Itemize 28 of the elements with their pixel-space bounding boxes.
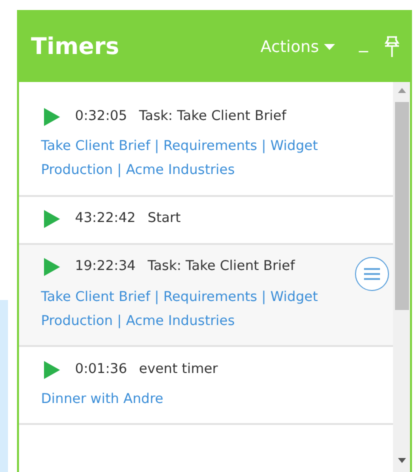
menu-button[interactable] (355, 256, 389, 291)
scroll-up-icon (398, 88, 406, 92)
pin-button[interactable] (384, 36, 400, 58)
timer-row[interactable]: 19:22:34 Task: Take Client Brief Take Client Brief | Requirements | Widget Production | Acme Industries (19, 244, 393, 348)
scroll-down-icon (398, 458, 406, 462)
timer-description: event timer (139, 360, 218, 380)
caret-icon (324, 44, 335, 50)
elapsed-time: 43:22:42 (75, 209, 136, 228)
task-path-link[interactable]: Take Client Brief | Requirements | Widget Production | Acme Industries (41, 134, 381, 183)
panel-title: Timers (31, 32, 120, 62)
task-path-link[interactable]: Take Client Brief | Requirements | Widget Production | Acme Industries (41, 284, 381, 334)
elapsed-time: 0:01:36 (75, 360, 128, 380)
menu-icon (363, 266, 381, 281)
timer-description: Task: Take Client Brief (139, 106, 286, 126)
elapsed-time: 19:22:34 (75, 257, 136, 276)
actions-dropdown[interactable]: Actions (260, 35, 335, 59)
timer-description: Task: Take Client Brief (148, 257, 295, 276)
scrollbar-thumb[interactable] (394, 102, 408, 310)
scrollbar[interactable] (393, 82, 410, 472)
play-icon (44, 210, 60, 228)
timer-description: Start (148, 209, 181, 228)
play-icon (44, 258, 60, 276)
elapsed-time: 0:32:05 (75, 106, 128, 126)
play-icon (44, 360, 60, 379)
minimize-button[interactable]: _ (359, 34, 368, 52)
pin-icon (384, 36, 400, 58)
play-icon (44, 108, 60, 126)
task-path-link[interactable]: Dinner with Andre (41, 387, 381, 412)
